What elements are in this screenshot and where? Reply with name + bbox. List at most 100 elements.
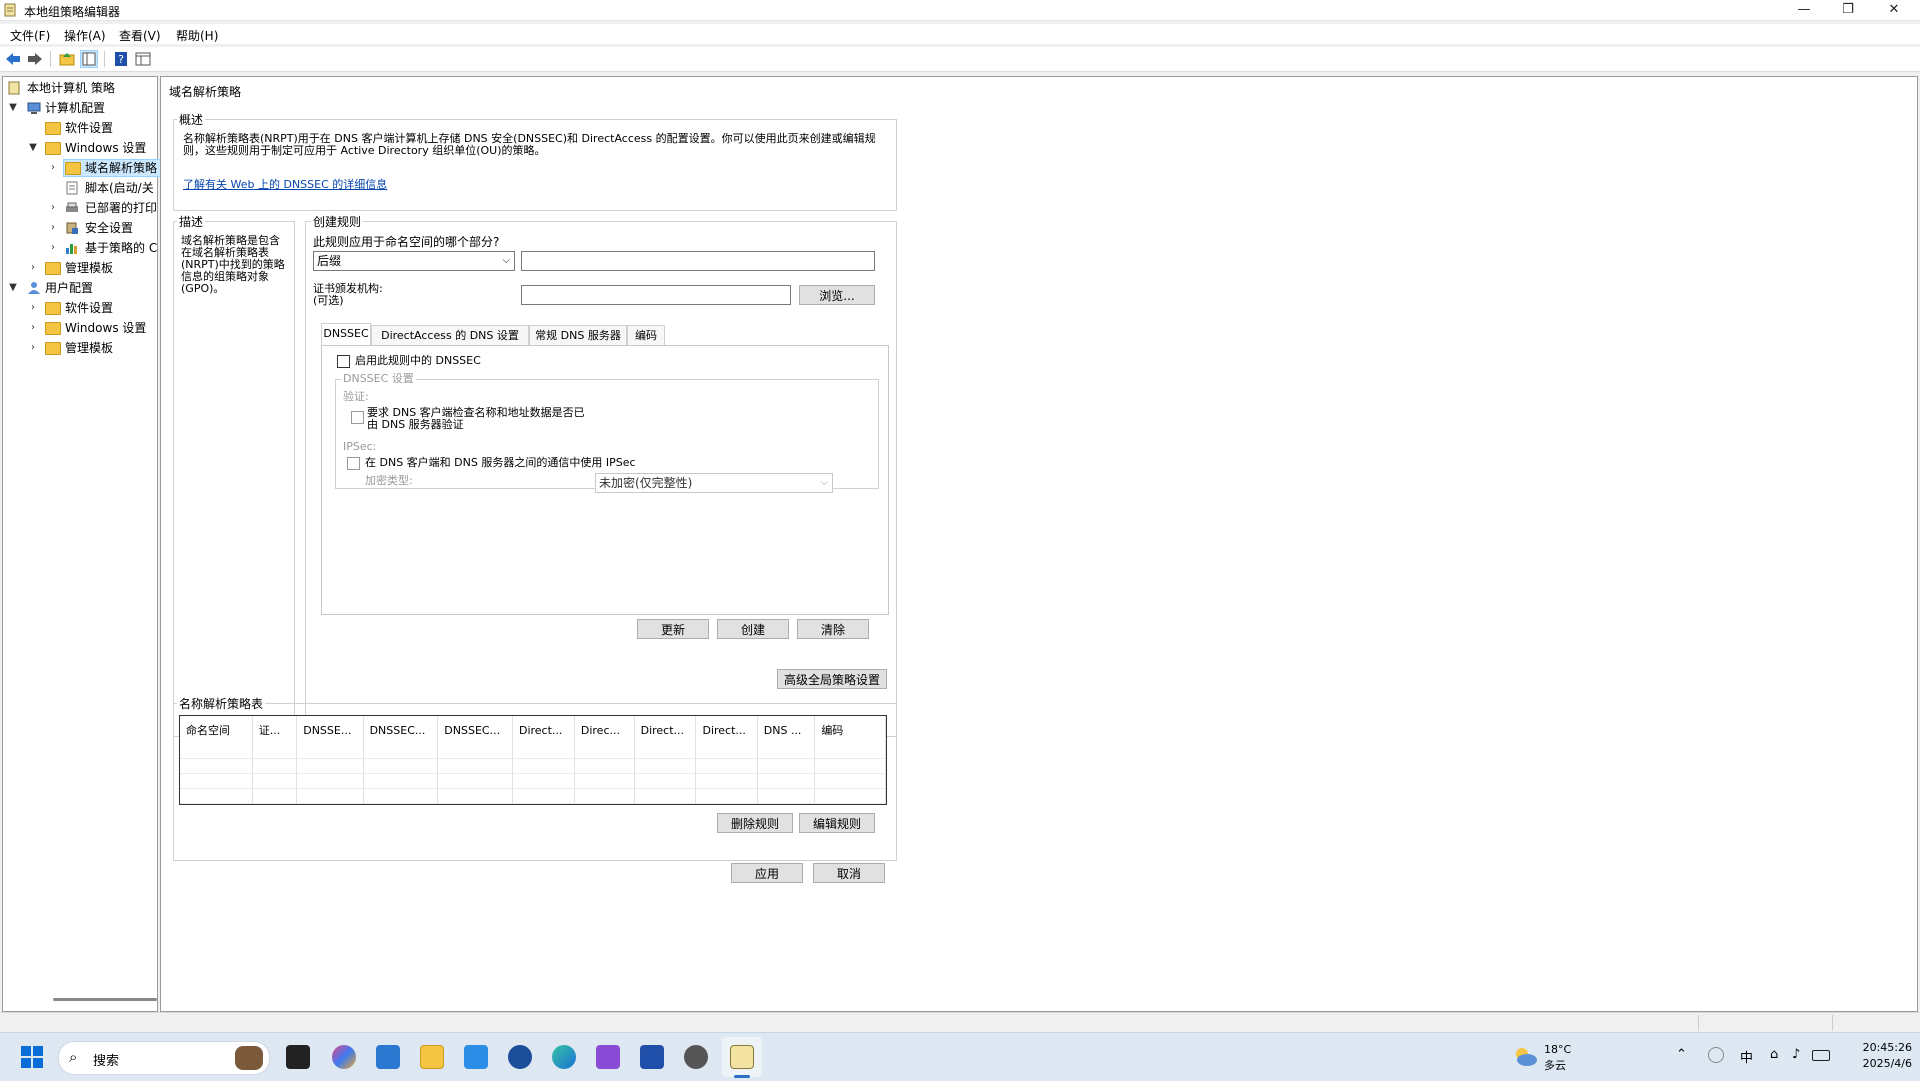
chevron-down-icon[interactable]: ▼ [7, 278, 19, 298]
taskbar-search[interactable]: ⌕ 搜索 [58, 1041, 270, 1075]
forward-icon[interactable] [26, 50, 44, 68]
use-ipsec-checkbox[interactable] [347, 457, 360, 470]
gpedit-taskbar-icon[interactable] [730, 1045, 754, 1069]
column-header[interactable]: DNS ... [757, 716, 816, 744]
namespace-type-select[interactable]: 后缀 ⌵ [313, 251, 515, 271]
edit-rule-button[interactable]: 编辑规则 [799, 813, 875, 833]
menu-action[interactable]: 操作(A) [64, 27, 106, 44]
properties-icon[interactable] [134, 50, 152, 68]
console-tree: 本地计算机 策略 ▼ 计算机配置 软件设置 ▼ Windows 设置 › 域名解… [2, 76, 161, 1012]
chevron-down-icon[interactable]: ▼ [7, 98, 19, 118]
toolbar: ? [0, 47, 1920, 72]
column-header[interactable]: 证... [252, 716, 298, 744]
table-row[interactable] [180, 788, 886, 804]
create-button[interactable]: 创建 [717, 619, 789, 639]
visual-studio-icon[interactable] [596, 1045, 620, 1069]
bilibili-icon[interactable] [464, 1045, 488, 1069]
folder-icon [45, 322, 61, 335]
help-icon[interactable]: ? [112, 50, 130, 68]
title-bar: 本地组策略编辑器 — ❐ ✕ [0, 0, 1920, 21]
notepad-icon[interactable] [640, 1045, 664, 1069]
horizontal-scrollbar[interactable] [53, 998, 157, 1001]
nrpt-table[interactable]: 命名空间 证... DNSSE... DNSSEC... DNSSEC... D… [179, 715, 887, 805]
ca-input[interactable] [521, 285, 791, 305]
apply-button[interactable]: 应用 [731, 863, 803, 883]
chevron-down-icon[interactable]: ▼ [27, 138, 39, 158]
tab-dnssec[interactable]: DNSSEC [321, 323, 371, 346]
start-icon[interactable] [20, 1045, 44, 1069]
column-header[interactable]: DNSSEC... [437, 716, 513, 744]
tab-generic-dns[interactable]: 常规 DNS 服务器 [529, 325, 627, 346]
clock-date[interactable]: 2025/4/6 [1848, 1057, 1912, 1070]
menu-help[interactable]: 帮助(H) [176, 27, 218, 44]
tree-label: 软件设置 [65, 301, 114, 315]
column-header[interactable]: Direct... [695, 716, 758, 744]
maximize-button[interactable]: ❐ [1826, 0, 1870, 20]
enable-dnssec-checkbox[interactable] [337, 355, 350, 368]
remote-desktop-icon[interactable] [376, 1045, 400, 1069]
clear-button[interactable]: 清除 [797, 619, 869, 639]
weather-icon[interactable] [1512, 1045, 1538, 1067]
description-text: 域名解析策略是包含在域名解析策略表(NRPT)中找到的策略信息的组策略对象(GP… [181, 234, 285, 295]
tree-item-nrpt[interactable]: › 域名解析策略 [7, 158, 161, 178]
tray-overflow-icon[interactable]: ⌃ [1676, 1047, 1687, 1062]
show-hide-tree-icon[interactable] [80, 50, 98, 68]
column-header[interactable]: 命名空间 [180, 716, 253, 744]
app-icon[interactable] [508, 1045, 532, 1069]
namespace-input[interactable] [521, 251, 875, 271]
menu-view[interactable]: 查看(V) [119, 27, 161, 44]
column-header[interactable]: DNSSE... [296, 716, 364, 744]
tab-directaccess[interactable]: DirectAccess 的 DNS 设置 [371, 325, 529, 346]
chevron-right-icon[interactable]: › [27, 318, 39, 338]
back-icon[interactable] [4, 50, 22, 68]
table-row[interactable] [180, 773, 886, 789]
up-folder-icon[interactable] [58, 50, 76, 68]
menu-file[interactable]: 文件(F) [10, 27, 50, 44]
require-validation-checkbox[interactable] [351, 411, 364, 424]
browse-button[interactable]: 浏览... [799, 285, 875, 305]
chart-icon [65, 241, 79, 255]
encryption-type-label: 加密类型: [365, 474, 413, 487]
minimize-button[interactable]: — [1782, 0, 1826, 20]
chevron-right-icon[interactable]: › [47, 238, 59, 258]
user-icon [27, 281, 41, 295]
update-button[interactable]: 更新 [637, 619, 709, 639]
weather-temp: 18°C [1544, 1043, 1572, 1056]
chevron-right-icon[interactable]: › [47, 198, 59, 218]
network-icon[interactable]: ⌂ [1770, 1047, 1778, 1062]
chevron-right-icon[interactable]: › [27, 298, 39, 318]
cancel-button[interactable]: 取消 [813, 863, 885, 883]
volume-icon[interactable]: ♪ [1792, 1047, 1800, 1062]
clock-time[interactable]: 20:45:26 [1848, 1041, 1912, 1054]
dnssec-learn-link[interactable]: 了解有关 Web 上的 DNSSEC 的详细信息 [183, 179, 387, 191]
toolbar-divider [104, 51, 105, 67]
edge-icon[interactable] [552, 1045, 576, 1069]
chevron-right-icon[interactable]: › [27, 338, 39, 358]
tab-strip: DNSSEC DirectAccess 的 DNS 设置 常规 DNS 服务器 … [321, 323, 895, 347]
copilot-icon[interactable] [332, 1045, 356, 1069]
encryption-type-select[interactable]: 未加密(仅完整性) ⌵ [595, 473, 833, 493]
column-header[interactable]: Direct... [634, 716, 697, 744]
file-explorer-icon[interactable] [420, 1045, 444, 1069]
column-header[interactable]: Direct... [512, 716, 575, 744]
advanced-global-settings-button[interactable]: 高级全局策略设置 [777, 669, 887, 689]
column-header[interactable]: Direc... [574, 716, 635, 744]
tray-app-icon[interactable] [1708, 1047, 1724, 1063]
battery-icon[interactable] [1812, 1050, 1830, 1061]
chevron-right-icon[interactable]: › [47, 158, 59, 178]
column-header[interactable]: 编码 [814, 716, 886, 744]
close-button[interactable]: ✕ [1872, 0, 1916, 20]
chevron-right-icon[interactable]: › [47, 218, 59, 238]
ime-indicator[interactable]: 中 [1740, 1047, 1753, 1066]
table-row[interactable] [180, 758, 886, 774]
settings-icon[interactable] [684, 1045, 708, 1069]
table-row[interactable] [180, 744, 886, 759]
chevron-right-icon[interactable]: › [27, 258, 39, 278]
folder-icon [45, 142, 61, 155]
column-header[interactable]: DNSSEC... [363, 716, 439, 744]
svg-text:?: ? [118, 53, 124, 66]
tab-encoding[interactable]: 编码 [627, 325, 665, 346]
delete-rule-button[interactable]: 删除规则 [717, 813, 793, 833]
task-view-icon[interactable] [286, 1045, 310, 1069]
printer-icon [65, 201, 79, 215]
